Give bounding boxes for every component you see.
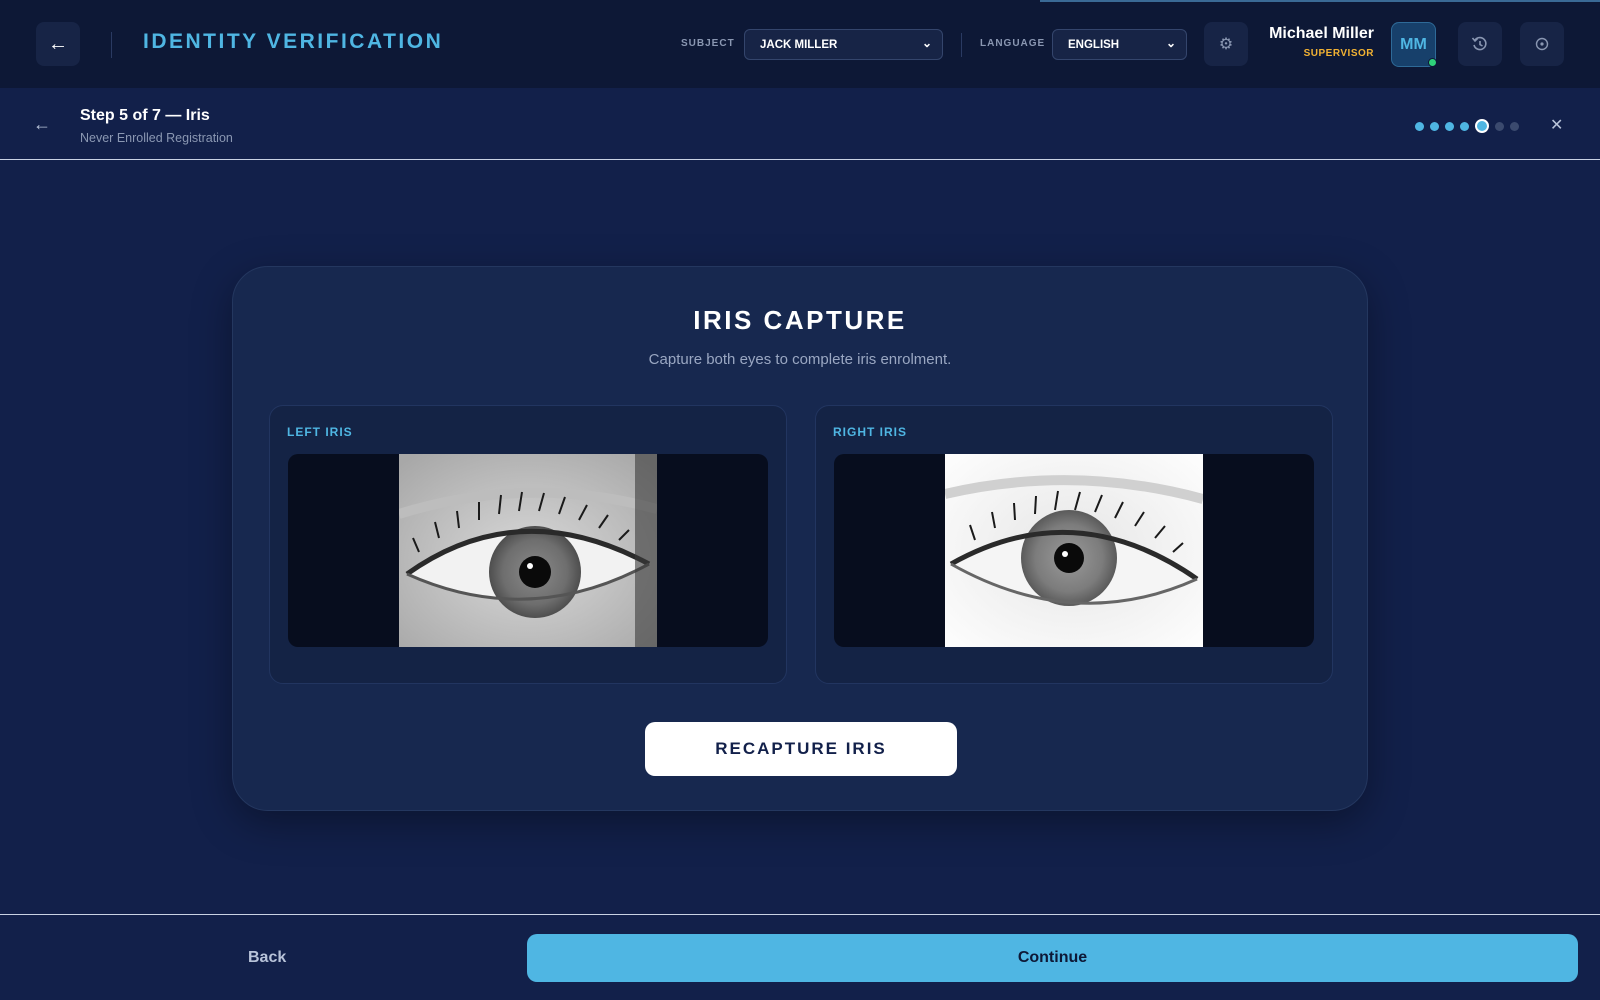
recapture-iris-button[interactable]: RECAPTURE IRIS — [645, 722, 957, 776]
step-progress-dots — [1415, 119, 1519, 133]
right-eye-image — [945, 454, 1203, 647]
chevron-down-icon: ⌄ — [921, 36, 932, 50]
left-iris-preview — [288, 454, 768, 647]
footer-bar: Back Continue — [0, 914, 1600, 1000]
step-dot — [1460, 121, 1469, 131]
close-button[interactable]: ✕ — [1550, 115, 1563, 135]
user-name: Michael Miller — [1269, 25, 1374, 42]
online-status-dot — [1428, 58, 1437, 67]
step-dot — [1495, 121, 1504, 131]
right-iris-label: RIGHT IRIS — [833, 425, 908, 439]
step-subtitle: Never Enrolled Registration — [80, 131, 233, 145]
card-subtitle: Capture both eyes to complete iris enrol… — [648, 351, 952, 368]
step-dot — [1510, 121, 1519, 131]
power-button[interactable] — [1520, 22, 1564, 66]
step-dot — [1445, 121, 1454, 131]
language-select[interactable]: ENGLISH ⌄ — [1052, 29, 1187, 60]
right-iris-panel: RIGHT IRIS — [815, 405, 1333, 684]
step-title: Step 5 of 7 — Iris — [80, 107, 210, 124]
header-divider — [111, 32, 112, 58]
step-dot — [1415, 121, 1424, 131]
history-button[interactable] — [1458, 22, 1502, 66]
subject-value: JACK MILLER — [760, 38, 838, 51]
card-title: IRIS CAPTURE — [693, 305, 907, 335]
left-eye-image — [399, 454, 657, 647]
chevron-down-icon: ⌄ — [1165, 36, 1176, 50]
gear-icon: ⚙ — [1218, 36, 1234, 53]
top-header: ← IDENTITY VERIFICATION SUBJECT JACK MIL… — [0, 0, 1600, 88]
step-dot — [1475, 119, 1489, 133]
language-label: LANGUAGE — [980, 38, 1046, 49]
subject-select[interactable]: JACK MILLER ⌄ — [744, 29, 943, 60]
iris-capture-card: IRIS CAPTURE Capture both eyes to comple… — [232, 266, 1368, 811]
power-icon — [1535, 37, 1549, 51]
close-icon: ✕ — [1550, 117, 1564, 134]
avatar-initials: MM — [1400, 35, 1427, 53]
top-progress-line — [1040, 0, 1600, 2]
step-bar: ← Step 5 of 7 — Iris Never Enrolled Regi… — [0, 88, 1600, 160]
step-back-button[interactable]: ← — [33, 114, 51, 135]
header-back-button[interactable]: ← — [36, 22, 80, 66]
left-iris-label: LEFT IRIS — [287, 425, 353, 439]
left-iris-panel: LEFT IRIS — [269, 405, 787, 684]
history-icon — [1471, 36, 1487, 51]
user-role: SUPERVISOR — [1303, 48, 1374, 59]
back-button[interactable]: Back — [248, 949, 286, 967]
step-dot — [1430, 121, 1439, 131]
continue-button[interactable]: Continue — [527, 934, 1578, 982]
subject-label: SUBJECT — [681, 38, 735, 49]
language-value: ENGLISH — [1068, 38, 1120, 51]
header-separator — [961, 33, 962, 57]
back-arrow-icon: ← — [33, 114, 51, 134]
app-title: IDENTITY VERIFICATION — [143, 30, 444, 53]
settings-button[interactable]: ⚙ — [1204, 22, 1248, 66]
right-iris-preview — [834, 454, 1314, 647]
back-arrow-icon: ← — [48, 32, 68, 55]
